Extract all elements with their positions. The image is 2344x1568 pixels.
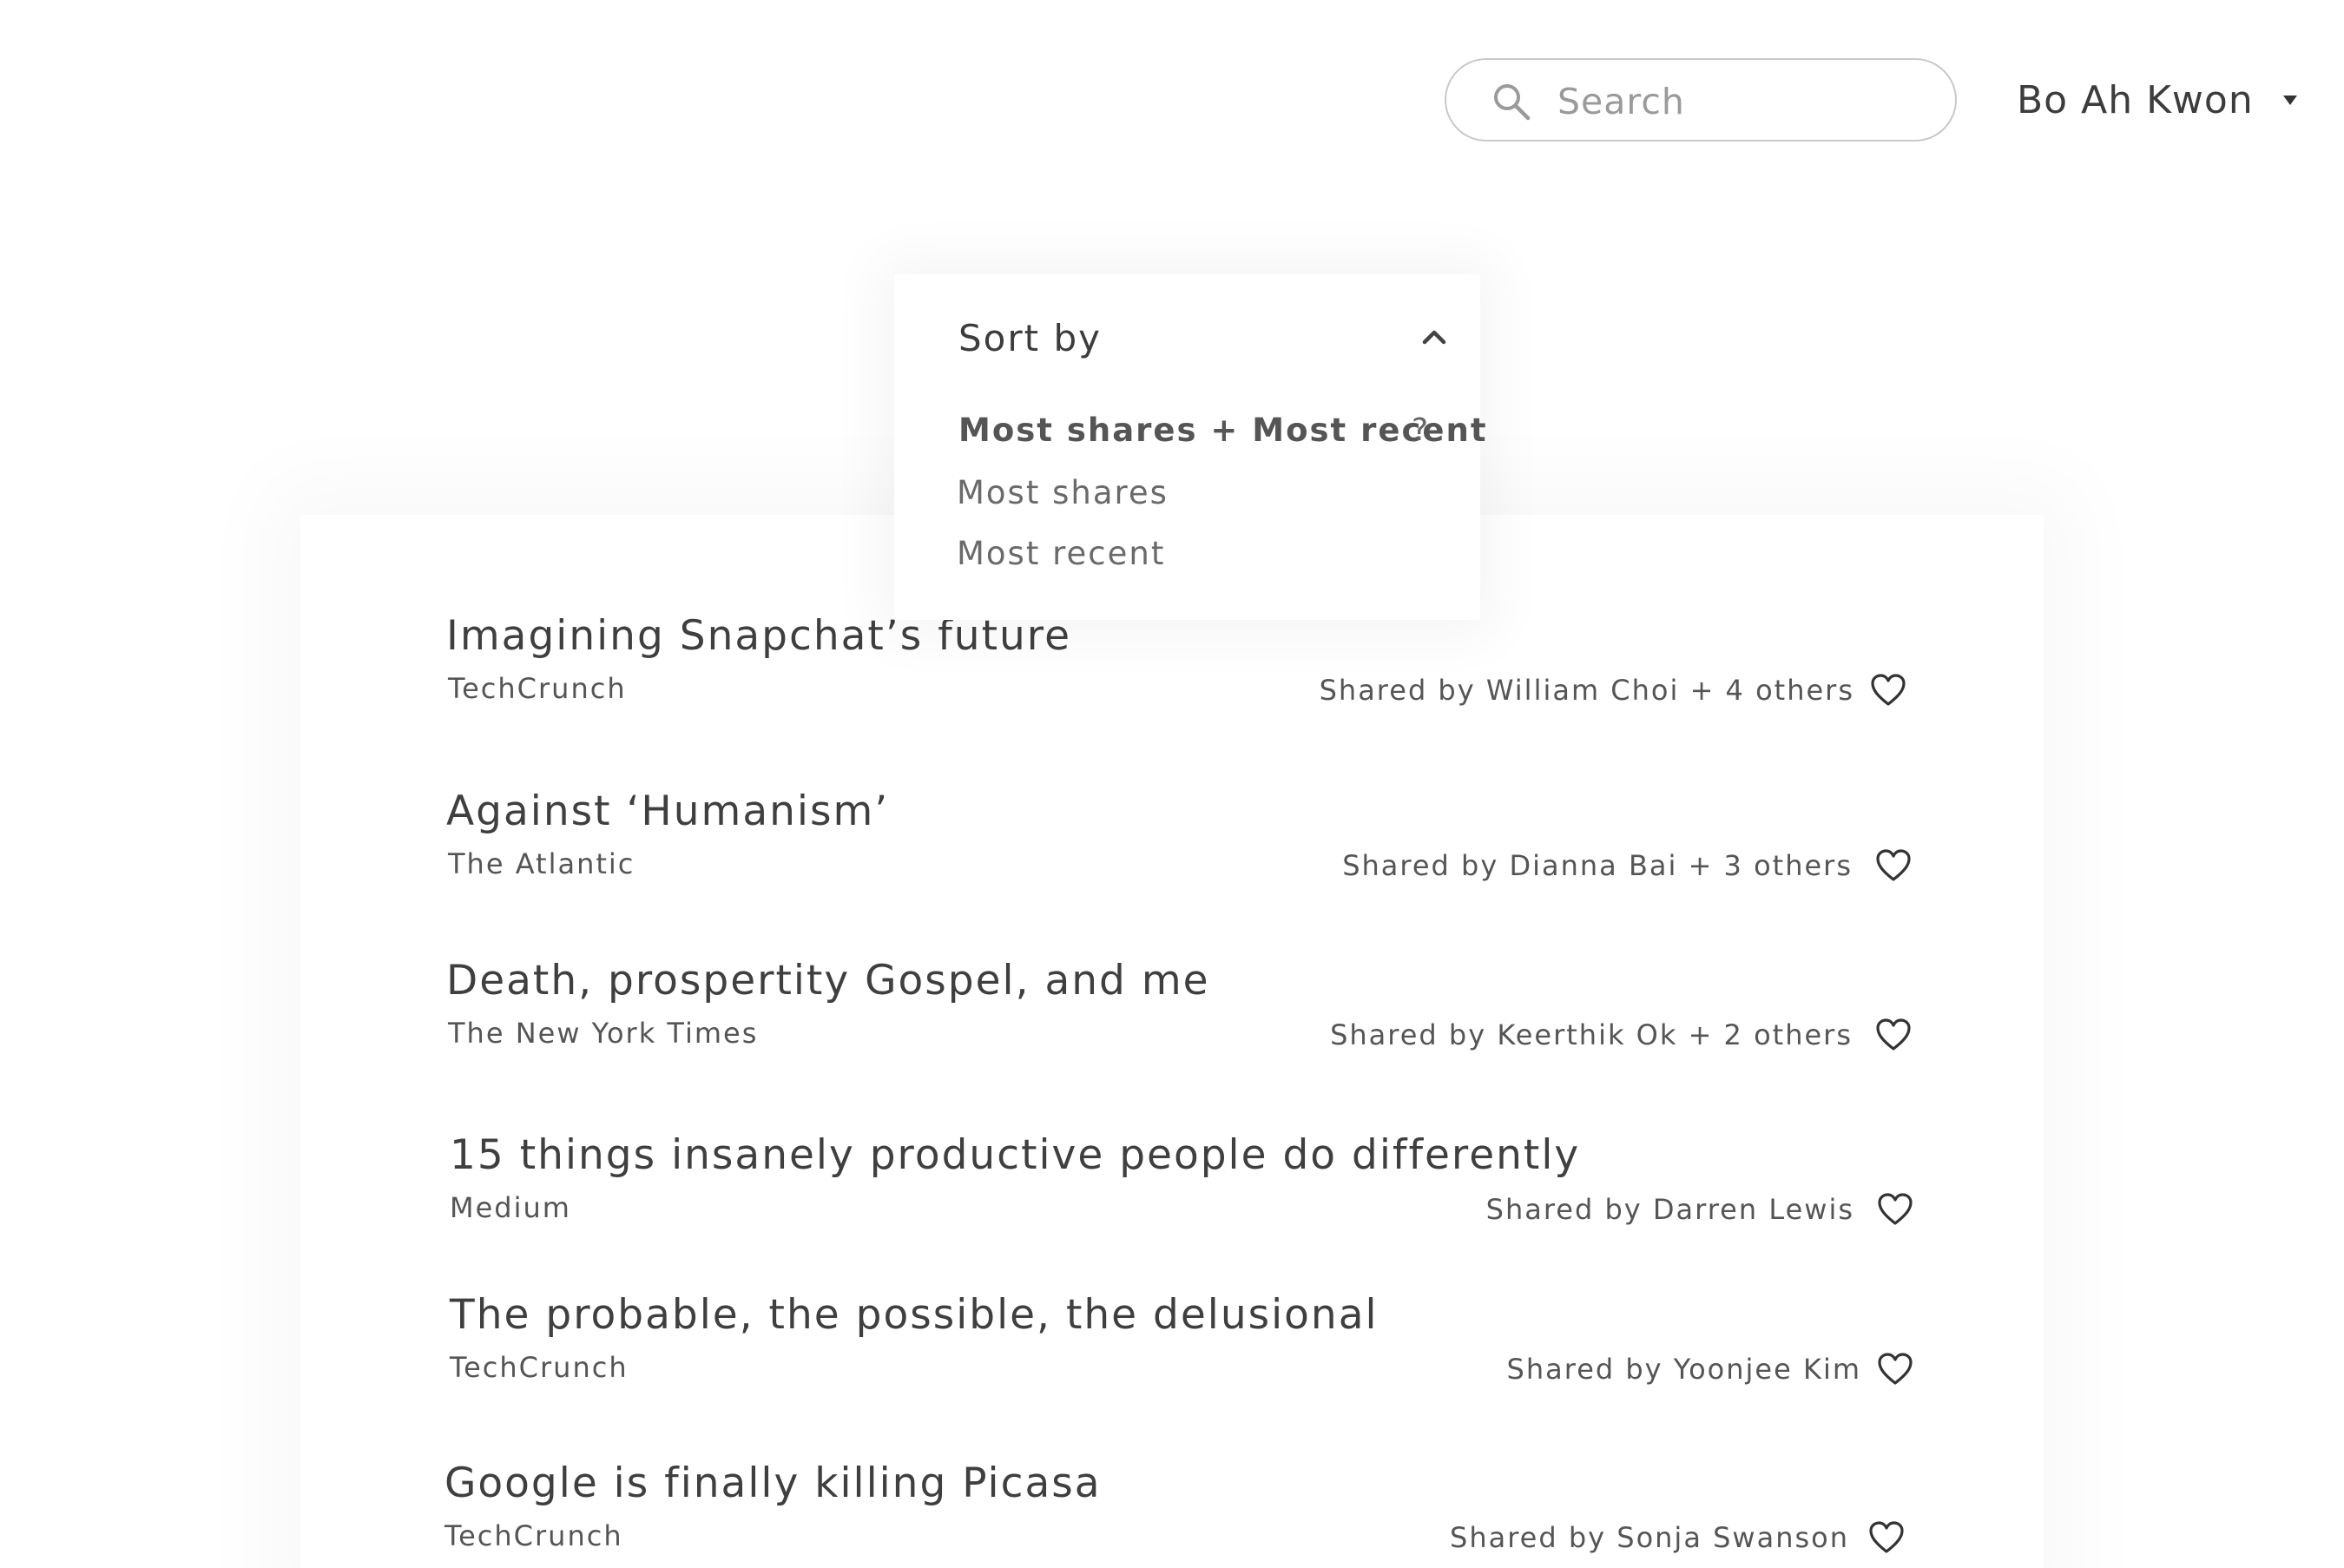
caret-down-icon [2282, 95, 2297, 105]
shared-info: Shared by Dianna Bai + 3 others [1342, 848, 1912, 883]
article-source: TechCrunch [444, 1519, 623, 1552]
article-title[interactable]: The probable, the possible, the delusion… [450, 1289, 1379, 1341]
article-title[interactable]: Against ‘Humanism’ [446, 786, 889, 838]
article-source: The New York Times [448, 1017, 759, 1050]
article-card: Imagining Snapchat’s future TechCrunch S… [300, 515, 2044, 1568]
article-item[interactable]: Imagining Snapchat’s future TechCrunch S… [300, 610, 2044, 749]
shared-info: Shared by William Choi + 4 others [1320, 673, 1906, 708]
shared-by-text: Shared by Keerthik Ok + 2 others [1330, 1018, 1853, 1051]
shared-by-text: Shared by Sonja Swanson [1450, 1521, 1849, 1554]
heart-icon[interactable] [1870, 673, 1906, 708]
page: Bo Ah Kwon Imagining Snapchat’s future T… [0, 0, 2344, 1568]
article-item[interactable]: Death, prospertity Gospel, and me The Ne… [300, 955, 2044, 1094]
article-source: TechCrunch [448, 672, 627, 705]
heart-icon[interactable] [1875, 848, 1912, 883]
user-menu[interactable]: Bo Ah Kwon [2017, 71, 2297, 128]
help-icon[interactable]: ? [1412, 409, 1428, 452]
heart-icon[interactable] [1875, 1018, 1912, 1052]
sort-dropdown: Sort by Most shares + Most recent ? Most… [894, 274, 1486, 620]
shared-by-text: Shared by Darren Lewis [1485, 1193, 1854, 1226]
shared-info: Shared by Darren Lewis [1486, 1192, 1913, 1227]
sort-option-most-shares-most-recent[interactable]: Most shares + Most recent [958, 409, 1488, 452]
article-item[interactable]: The probable, the possible, the delusion… [300, 1289, 2044, 1428]
search-input[interactable] [1556, 72, 1924, 131]
article-source: Medium [450, 1191, 571, 1224]
chevron-up-icon[interactable] [1422, 328, 1446, 346]
heart-icon[interactable] [1877, 1192, 1913, 1227]
shared-by-text: Shared by William Choi + 4 others [1319, 674, 1854, 707]
shared-info: Shared by Yoonjee Kim [1507, 1352, 1913, 1387]
sort-option-most-recent[interactable]: Most recent [957, 532, 1165, 576]
article-source: The Atlantic [448, 847, 635, 880]
user-name: Bo Ah Kwon [2017, 77, 2254, 122]
sort-title: Sort by [958, 317, 1102, 359]
article-item[interactable]: 15 things insanely productive people do … [300, 1130, 2044, 1268]
search-box[interactable] [1445, 58, 1957, 142]
search-icon [1494, 84, 1531, 121]
article-item[interactable]: Against ‘Humanism’ The Atlantic Shared b… [300, 786, 2044, 925]
article-title[interactable]: 15 things insanely productive people do … [450, 1130, 1580, 1182]
sort-dropdown-toggle[interactable]: Sort by [958, 313, 1462, 365]
sort-option-most-shares[interactable]: Most shares [957, 471, 1169, 515]
heart-icon[interactable] [1877, 1352, 1913, 1387]
heart-icon[interactable] [1868, 1520, 1905, 1555]
shared-by-text: Shared by Yoonjee Kim [1506, 1353, 1861, 1386]
shared-by-text: Shared by Dianna Bai + 3 others [1342, 849, 1853, 882]
article-item[interactable]: Google is finally killing Picasa TechCru… [300, 1458, 2044, 1568]
article-title[interactable]: Death, prospertity Gospel, and me [446, 955, 1210, 1007]
shared-info: Shared by Sonja Swanson [1450, 1520, 1905, 1555]
shared-info: Shared by Keerthik Ok + 2 others [1330, 1018, 1912, 1052]
article-title[interactable]: Google is finally killing Picasa [444, 1458, 1102, 1510]
article-source: TechCrunch [450, 1351, 629, 1384]
